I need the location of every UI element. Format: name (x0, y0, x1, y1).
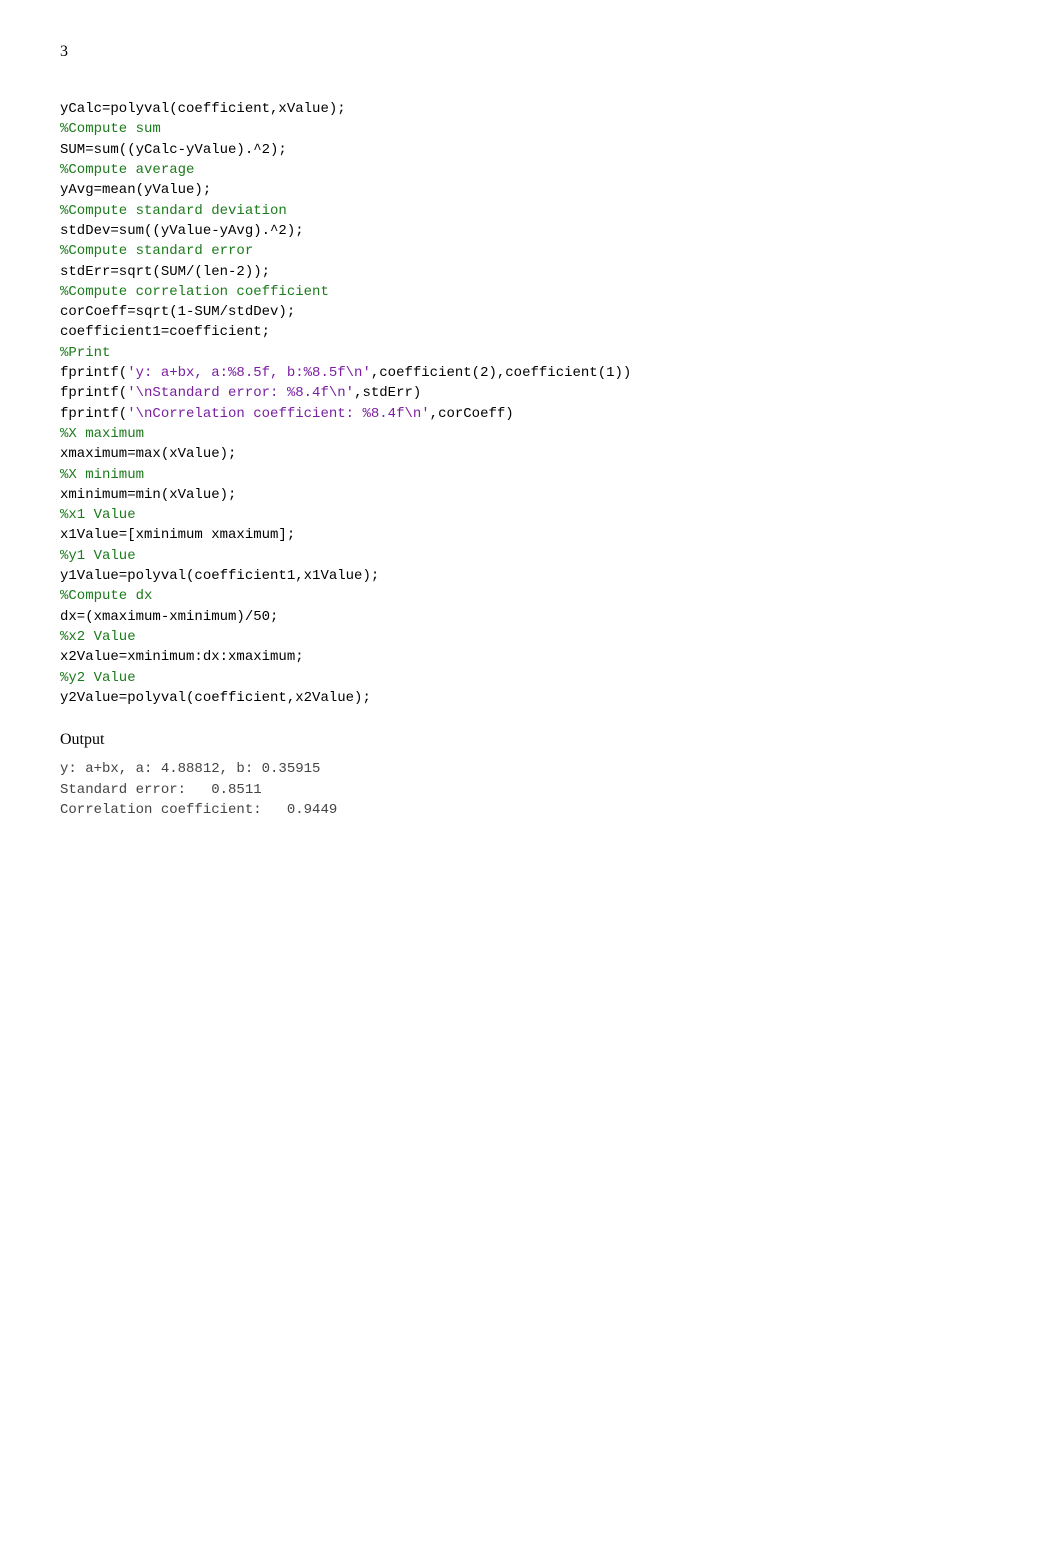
code-line: %X minimum (60, 465, 1002, 485)
code-comment: %x2 Value (60, 629, 136, 645)
code-line: x1Value=[xminimum xmaximum]; (60, 525, 1002, 545)
code-comment: %Compute standard deviation (60, 203, 287, 219)
code-comment: %Compute average (60, 162, 194, 178)
code-string: '\nStandard error: %8.4f\n' (127, 385, 354, 401)
output-line: Standard error: 0.8511 (60, 782, 262, 798)
code-text: fprintf( (60, 385, 127, 401)
code-text: y1Value=polyval(coefficient1,x1Value); (60, 568, 379, 584)
code-comment: %Compute sum (60, 121, 161, 137)
code-block: yCalc=polyval(coefficient,xValue); %Compu… (60, 99, 1002, 708)
code-string: '\nCorrelation coefficient: %8.4f\n' (127, 406, 429, 422)
code-line: %x2 Value (60, 627, 1002, 647)
code-line: fprintf('\nStandard error: %8.4f\n',stdE… (60, 383, 1002, 403)
code-text: ,stdErr) (354, 385, 421, 401)
code-line: %Compute standard error (60, 241, 1002, 261)
code-line: coefficient1=coefficient; (60, 322, 1002, 342)
code-comment: %x1 Value (60, 507, 136, 523)
code-text: coefficient1=coefficient; (60, 324, 270, 340)
code-line: corCoeff=sqrt(1-SUM/stdDev); (60, 302, 1002, 322)
code-comment: %Compute standard error (60, 243, 253, 259)
code-comment: %X minimum (60, 467, 144, 483)
code-text: stdErr=sqrt(SUM/(len-2)); (60, 264, 270, 280)
code-text: fprintf( (60, 365, 127, 381)
code-line: x2Value=xminimum:dx:xmaximum; (60, 647, 1002, 667)
code-line: %Compute correlation coefficient (60, 282, 1002, 302)
code-text: ,coefficient(2),coefficient(1)) (371, 365, 631, 381)
code-line: %Print (60, 343, 1002, 363)
code-comment: %y1 Value (60, 548, 136, 564)
code-text: xminimum=min(xValue); (60, 487, 236, 503)
code-line: stdDev=sum((yValue-yAvg).^2); (60, 221, 1002, 241)
code-line: SUM=sum((yCalc-yValue).^2); (60, 140, 1002, 160)
code-text: stdDev=sum((yValue-yAvg).^2); (60, 223, 304, 239)
code-text: fprintf( (60, 406, 127, 422)
code-text: xmaximum=max(xValue); (60, 446, 236, 462)
code-comment: %X maximum (60, 426, 144, 442)
code-line: y2Value=polyval(coefficient,x2Value); (60, 688, 1002, 708)
code-text: yAvg=mean(yValue); (60, 182, 211, 198)
output-heading: Output (60, 728, 1002, 751)
code-text: corCoeff=sqrt(1-SUM/stdDev); (60, 304, 295, 320)
code-comment: %Compute dx (60, 588, 152, 604)
code-string: 'y: a+bx, a:%8.5f, b:%8.5f\n' (127, 365, 371, 381)
code-text: dx=(xmaximum-xminimum)/50; (60, 609, 278, 625)
code-line: xminimum=min(xValue); (60, 485, 1002, 505)
code-text: y2Value=polyval(coefficient,x2Value); (60, 690, 371, 706)
code-line: %Compute sum (60, 119, 1002, 139)
code-line: yCalc=polyval(coefficient,xValue); (60, 99, 1002, 119)
code-line: %y2 Value (60, 668, 1002, 688)
code-comment: %y2 Value (60, 670, 136, 686)
code-line: %y1 Value (60, 546, 1002, 566)
code-text: yCalc=polyval(coefficient,xValue); (60, 101, 346, 117)
code-comment: %Print (60, 345, 110, 361)
code-line: %X maximum (60, 424, 1002, 444)
code-text: SUM=sum((yCalc-yValue).^2); (60, 142, 287, 158)
code-line: stdErr=sqrt(SUM/(len-2)); (60, 262, 1002, 282)
code-text: x2Value=xminimum:dx:xmaximum; (60, 649, 304, 665)
output-line: Correlation coefficient: 0.9449 (60, 802, 337, 818)
code-line: dx=(xmaximum-xminimum)/50; (60, 607, 1002, 627)
code-line: y1Value=polyval(coefficient1,x1Value); (60, 566, 1002, 586)
code-line: xmaximum=max(xValue); (60, 444, 1002, 464)
code-line: %Compute standard deviation (60, 201, 1002, 221)
output-line: y: a+bx, a: 4.88812, b: 0.35915 (60, 761, 320, 777)
code-line: fprintf('y: a+bx, a:%8.5f, b:%8.5f\n',co… (60, 363, 1002, 383)
code-text: x1Value=[xminimum xmaximum]; (60, 527, 295, 543)
code-line: %Compute average (60, 160, 1002, 180)
page-number: 3 (60, 40, 1002, 63)
code-line: yAvg=mean(yValue); (60, 180, 1002, 200)
code-comment: %Compute correlation coefficient (60, 284, 329, 300)
code-text: ,corCoeff) (430, 406, 514, 422)
code-line: fprintf('\nCorrelation coefficient: %8.4… (60, 404, 1002, 424)
output-block: y: a+bx, a: 4.88812, b: 0.35915 Standard… (60, 759, 1002, 820)
code-line: %x1 Value (60, 505, 1002, 525)
code-line: %Compute dx (60, 586, 1002, 606)
